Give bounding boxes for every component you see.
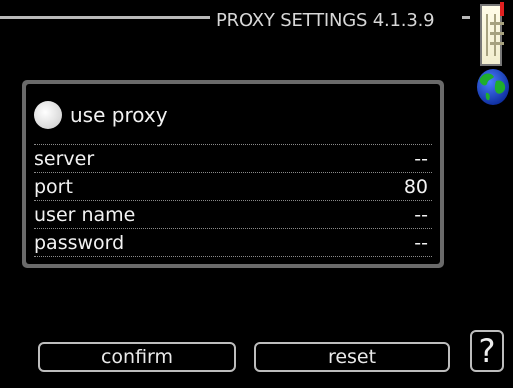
header-divider-left	[0, 16, 210, 19]
proxy-settings-panel-inner: use proxy server -- port 80 user name --…	[26, 84, 440, 264]
globe-icon	[477, 69, 509, 105]
setting-label: user name	[34, 203, 136, 226]
reset-button[interactable]: reset	[254, 342, 450, 372]
use-proxy-radio[interactable]	[34, 101, 62, 129]
setting-row-password[interactable]: password --	[34, 229, 432, 257]
page-title: PROXY SETTINGS 4.1.3.9	[216, 10, 435, 31]
setting-value: --	[414, 231, 428, 254]
setting-value: --	[414, 147, 428, 170]
use-proxy-toggle[interactable]: use proxy	[34, 98, 432, 132]
help-icon[interactable]: ?	[470, 330, 504, 372]
setting-value: 80	[403, 175, 428, 198]
setting-label: server	[34, 147, 95, 170]
setting-row-port[interactable]: port 80	[34, 173, 432, 201]
setting-label: port	[34, 175, 73, 198]
setting-row-server[interactable]: server --	[34, 145, 432, 173]
setting-row-user-name[interactable]: user name --	[34, 201, 432, 229]
header-divider-right	[462, 16, 470, 19]
proxy-settings-panel: use proxy server -- port 80 user name --…	[22, 80, 444, 268]
scroll-position-marker	[500, 2, 504, 16]
setting-value: --	[414, 203, 428, 226]
confirm-button[interactable]: confirm	[38, 342, 236, 372]
scroll-indicator-icon[interactable]	[480, 2, 504, 66]
setting-label: password	[34, 231, 125, 254]
use-proxy-label: use proxy	[70, 103, 168, 127]
scroll-grip	[486, 14, 504, 56]
settings-list: server -- port 80 user name -- password …	[34, 144, 432, 257]
